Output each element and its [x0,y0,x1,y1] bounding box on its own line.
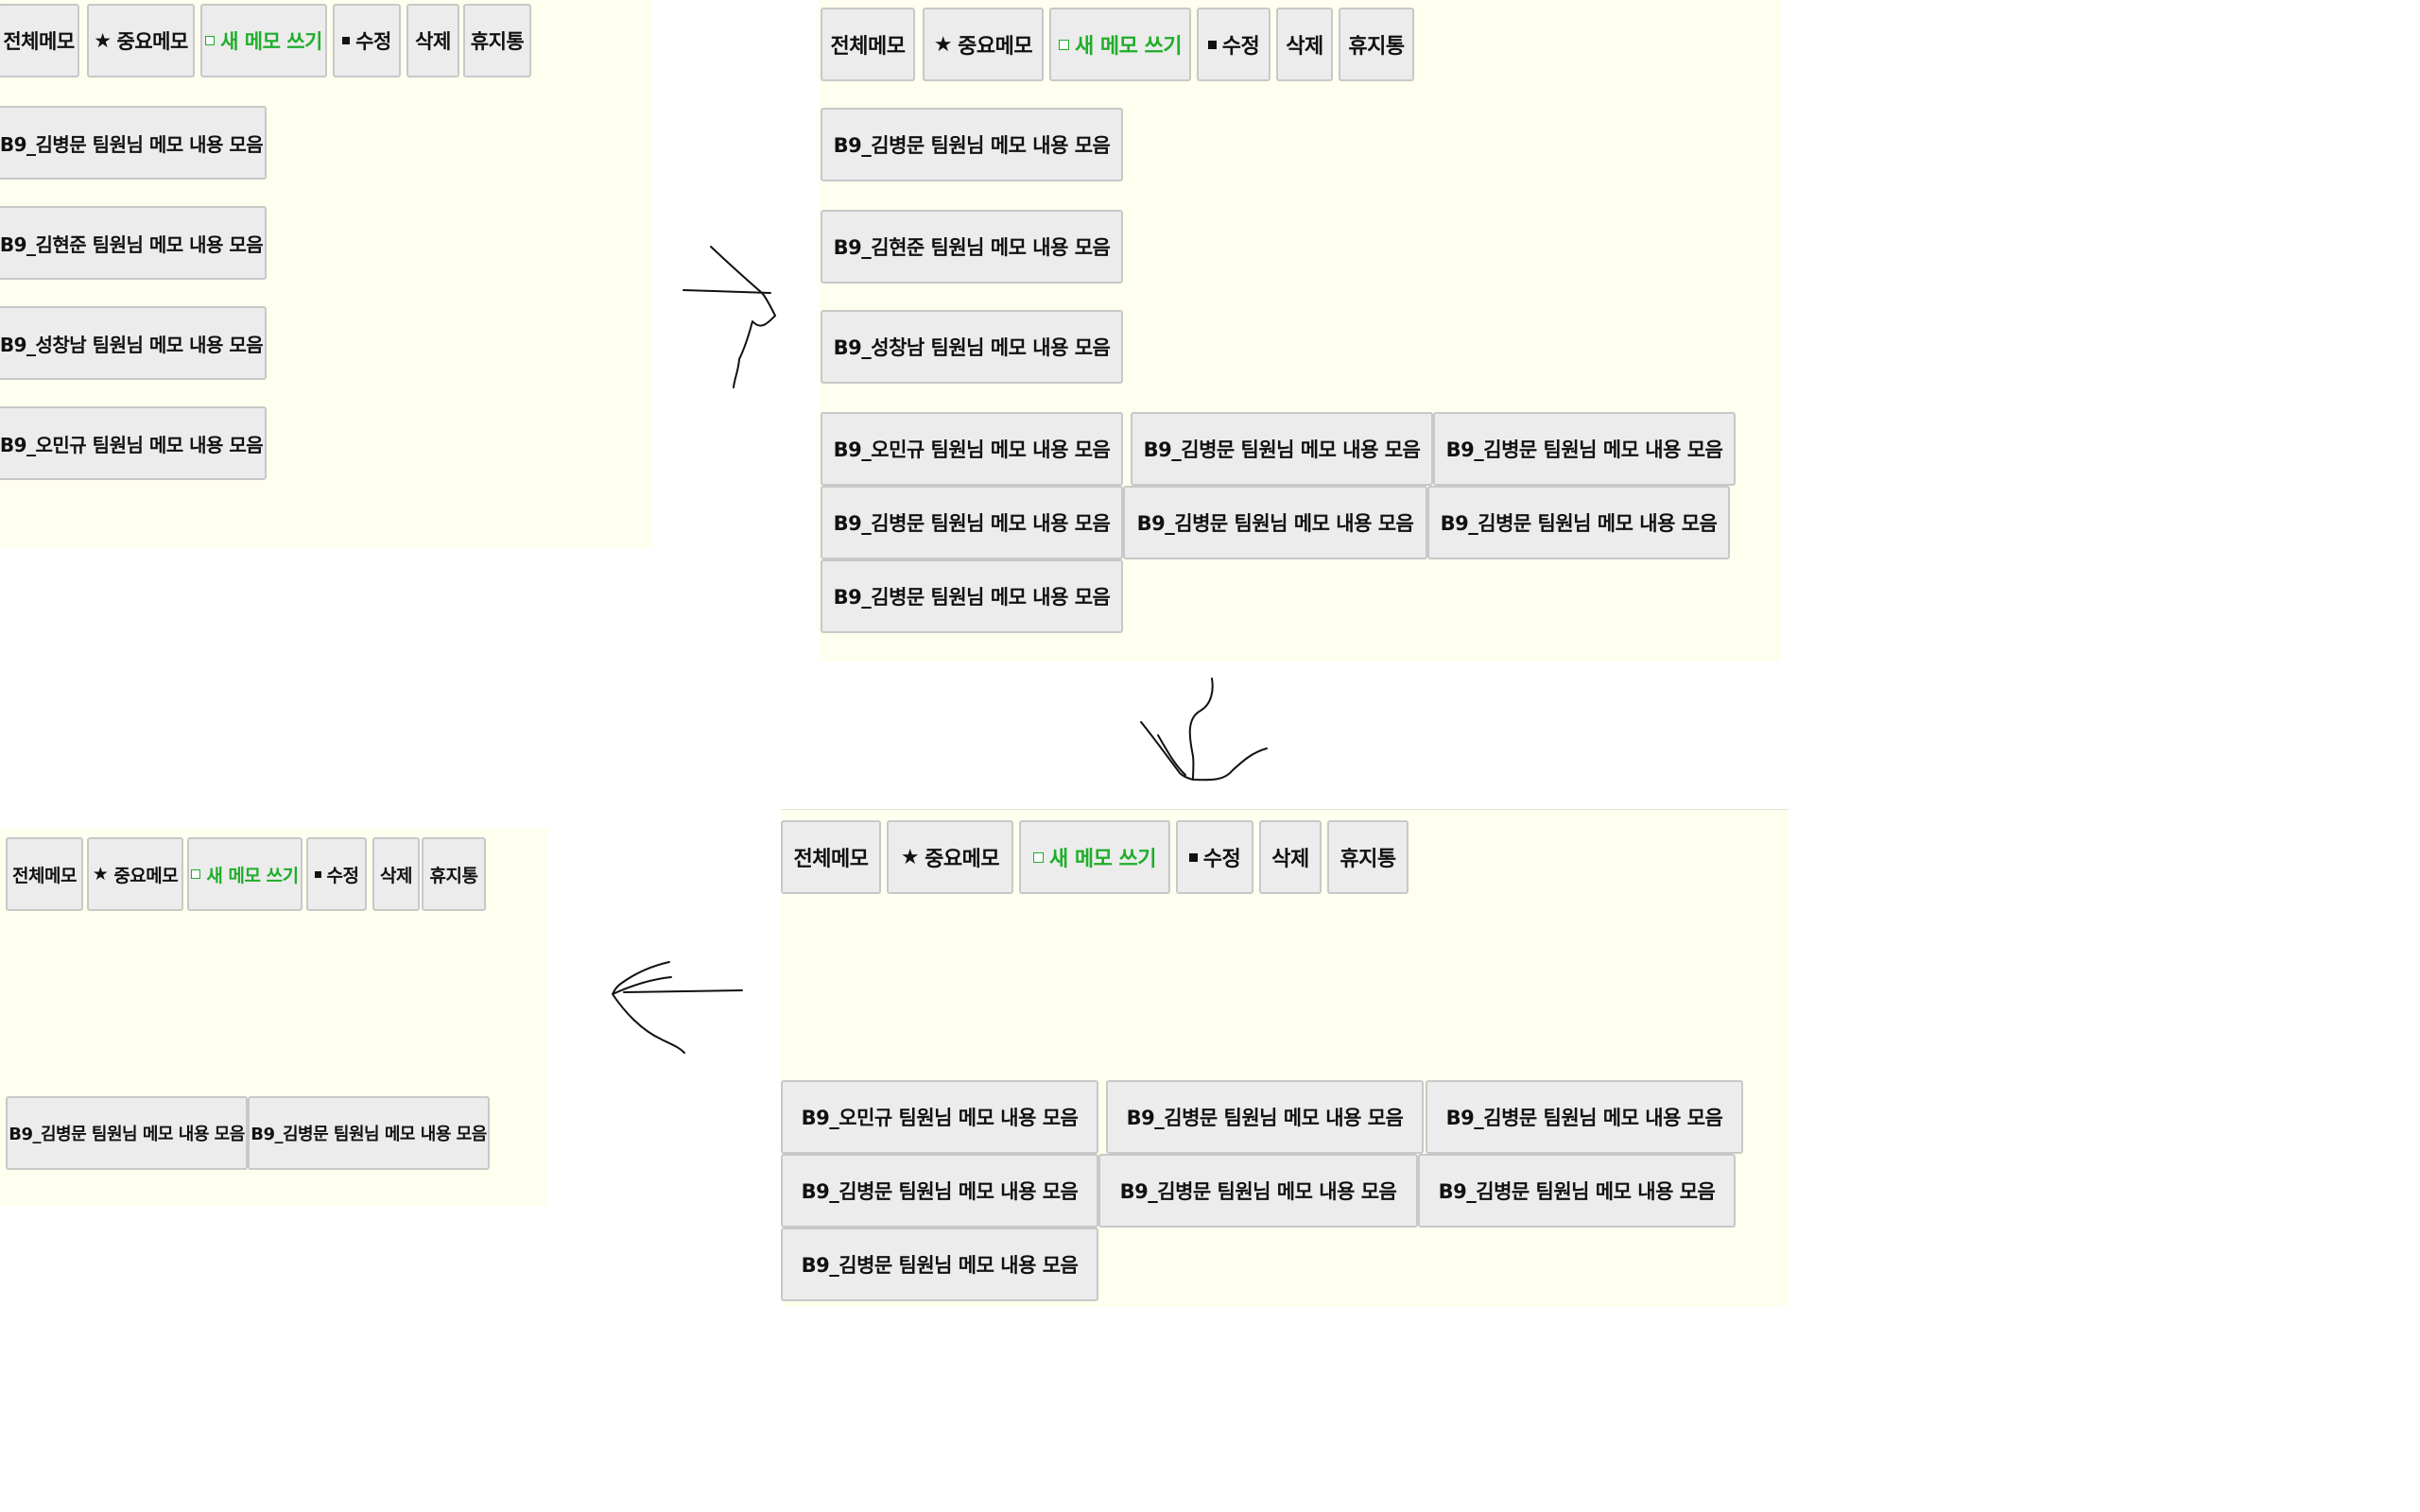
down-arrow-icon [1188,678,1214,781]
hand-drawn-arrows [612,246,1268,1054]
right-arrow-head-icon [710,246,776,388]
left-arrow-head-icon [612,961,685,1054]
right-arrow-icon [683,289,771,294]
down-arrow-head-icon [1140,721,1268,782]
left-arrow-icon [623,989,743,993]
